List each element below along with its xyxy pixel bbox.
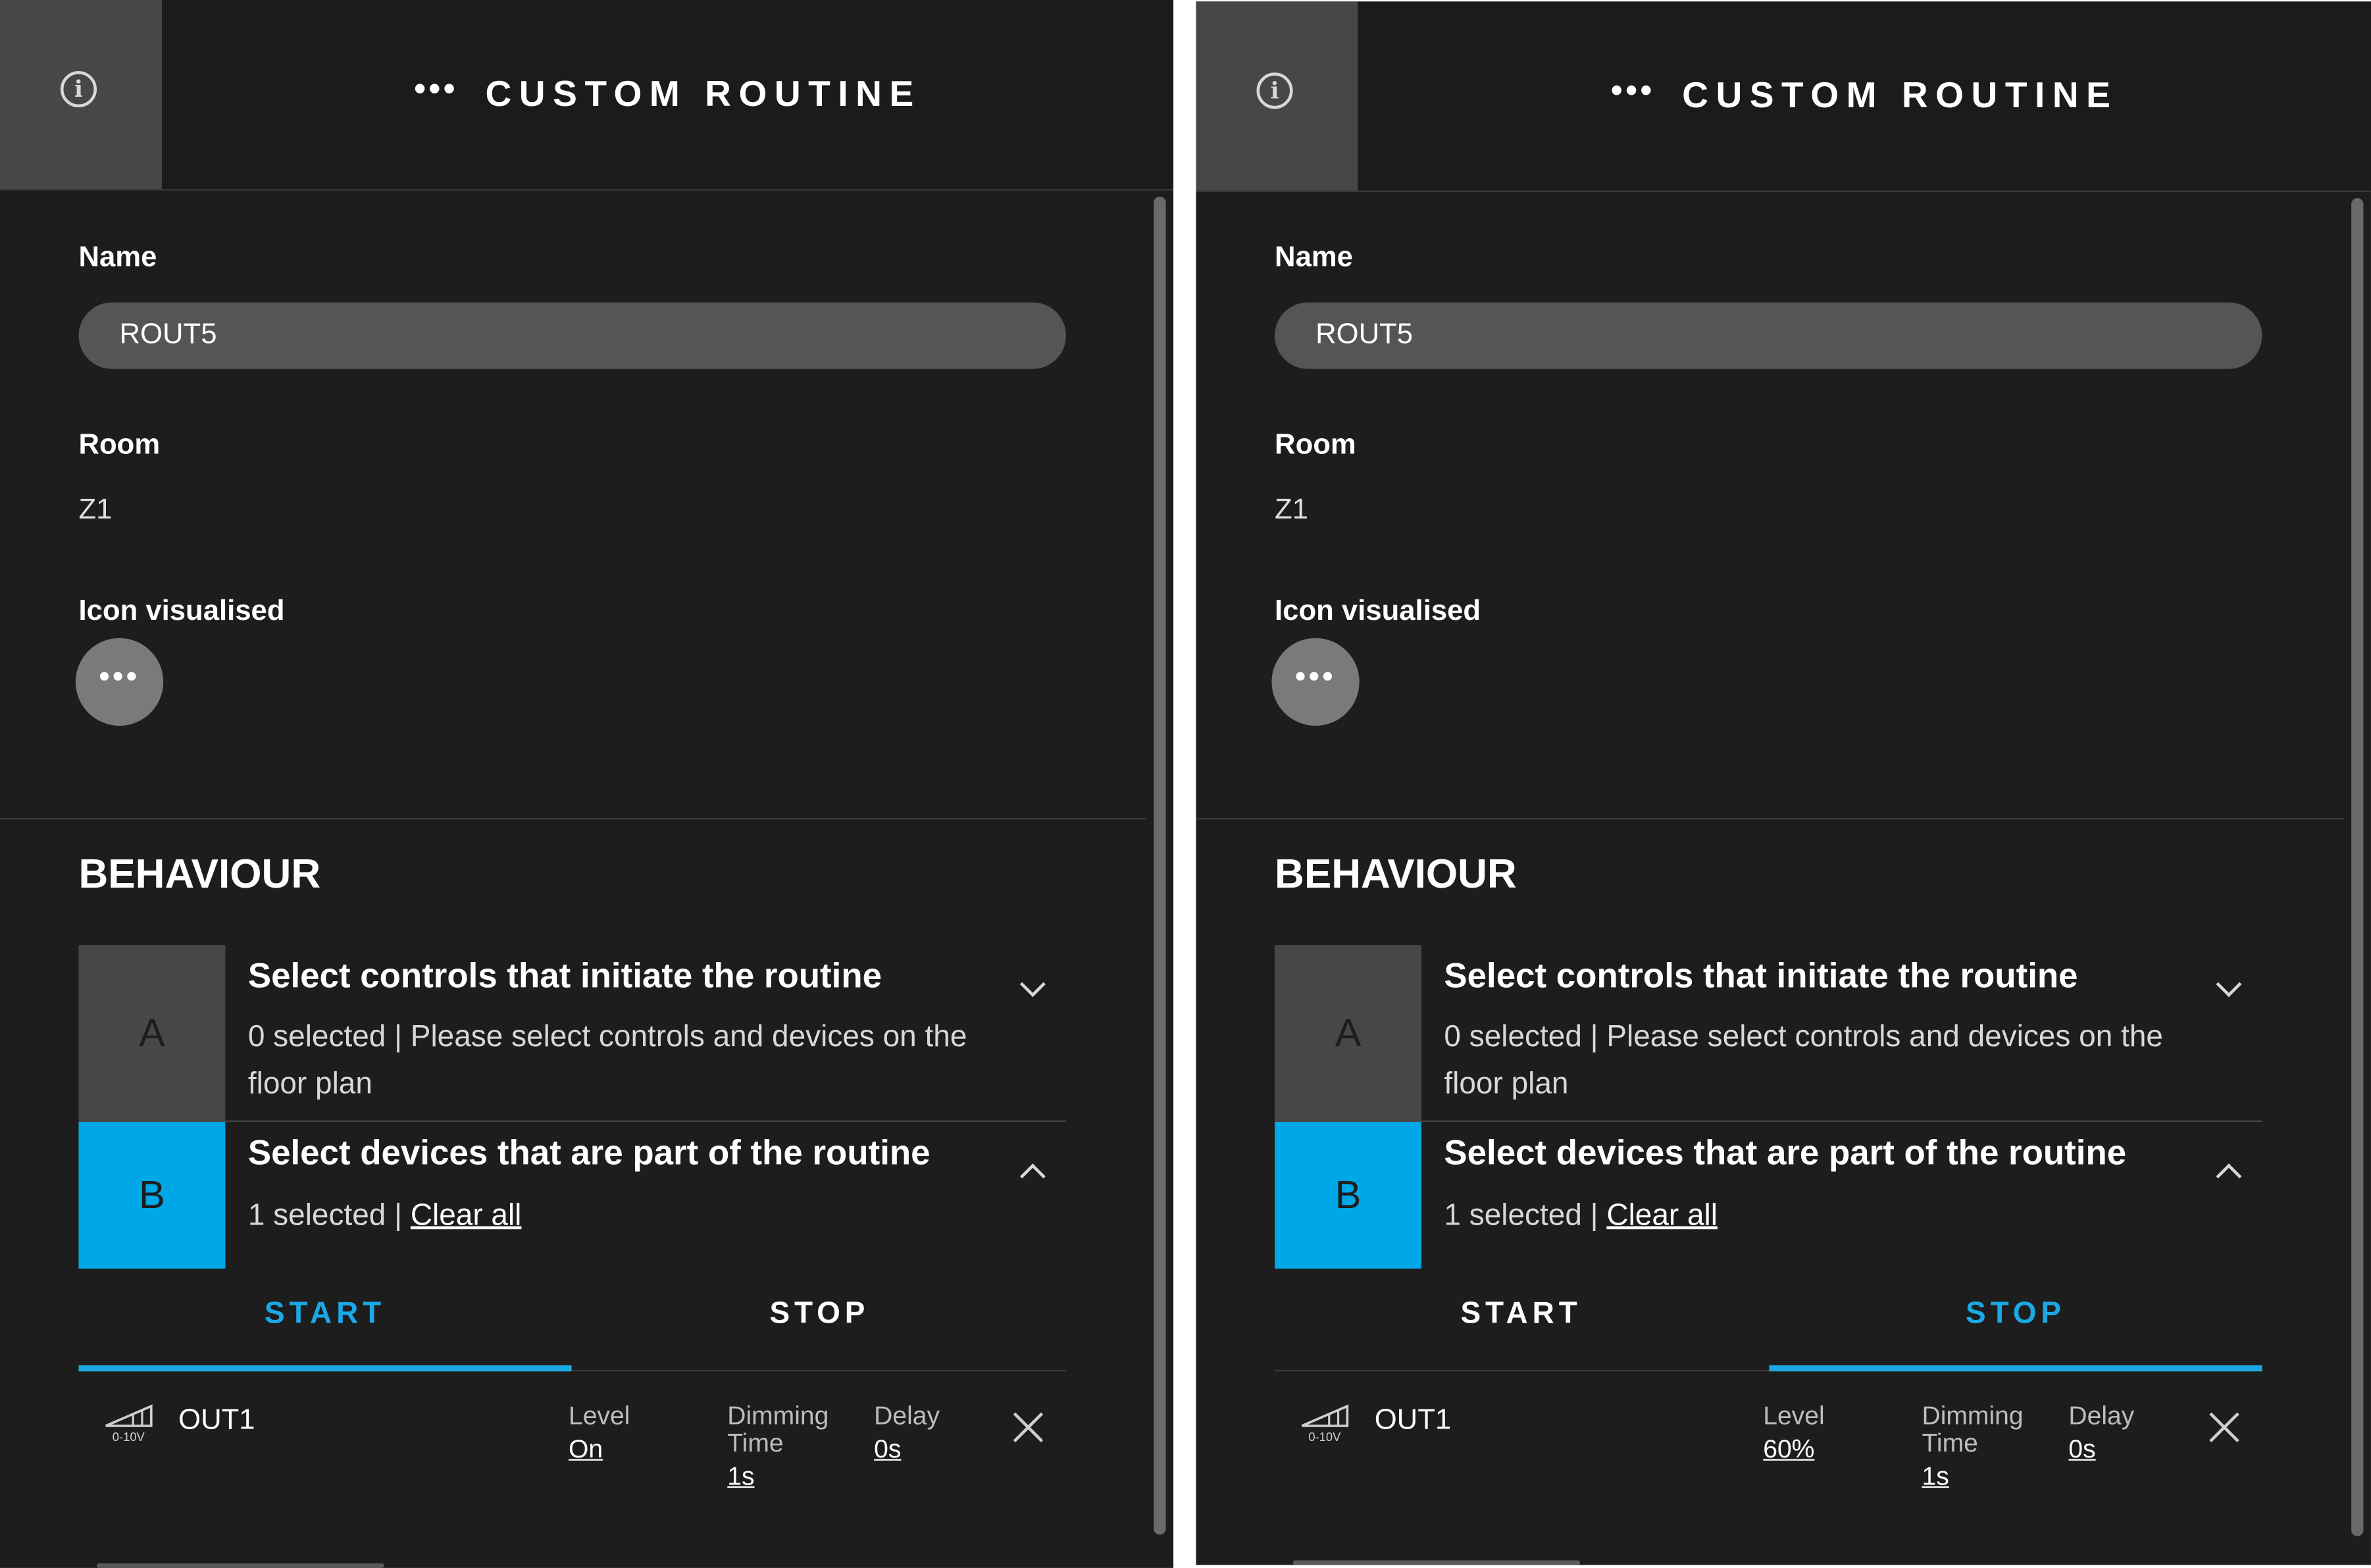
step-b-subtitle: 1 selected | Clear all xyxy=(248,1193,974,1240)
device-name: OUT1 xyxy=(178,1404,255,1437)
name-label: Name xyxy=(78,241,157,274)
routine-panel-start: i ••• CUSTOM ROUTINE Name Room Z1 Icon v… xyxy=(0,0,1174,1568)
dimming-time-label: Time xyxy=(727,1429,784,1458)
info-button[interactable]: i xyxy=(1196,1,1358,191)
step-b-selected-count: 1 selected | xyxy=(1444,1199,1607,1232)
start-stop-tabs: START STOP xyxy=(1275,1288,2262,1372)
step-a-title: Select controls that initiate the routin… xyxy=(247,955,882,996)
info-icon: i xyxy=(60,71,97,108)
step-b-badge: B xyxy=(78,1122,226,1269)
step-b-subtitle: 1 selected | Clear all xyxy=(1444,1193,2170,1240)
routine-dots-icon: ••• xyxy=(414,68,459,107)
dimming-value[interactable]: 1s xyxy=(1922,1462,1949,1492)
level-label: Level xyxy=(568,1402,630,1430)
panel-header: i ••• CUSTOM ROUTINE xyxy=(1196,1,2371,192)
room-label: Room xyxy=(1275,429,1356,461)
step-b-selected-count: 1 selected | xyxy=(247,1199,411,1232)
clear-all-link[interactable]: Clear all xyxy=(1606,1199,1718,1232)
routine-icon-picker[interactable]: ••• xyxy=(1271,638,1360,726)
chevron-up-icon[interactable] xyxy=(1019,1163,1046,1190)
behaviour-heading: BEHAVIOUR xyxy=(1275,851,1517,897)
page-title: CUSTOM ROUTINE xyxy=(485,73,921,114)
header-title: ••• CUSTOM ROUTINE xyxy=(1358,1,2371,190)
icon-visualised-label: Icon visualised xyxy=(78,595,285,628)
step-a-badge: A xyxy=(78,945,226,1123)
step-a-title: Select controls that initiate the routin… xyxy=(1444,955,2078,996)
step-a-subtitle: 0 selected | Please select controls and … xyxy=(1444,1021,2163,1101)
step-a-controls[interactable]: A Select controls that initiate the rout… xyxy=(1275,945,2262,1123)
panel-header: i ••• CUSTOM ROUTINE xyxy=(0,0,1174,191)
device-row: 0-10V OUT1 Level On Dimming Time 1s Dela… xyxy=(78,1391,1065,1512)
device-icon-label: 0-10V xyxy=(113,1430,145,1442)
level-value[interactable]: On xyxy=(569,1435,603,1465)
routine-panel-stop: i ••• CUSTOM ROUTINE Name Room Z1 Icon v… xyxy=(1196,1,2371,1565)
clear-all-link[interactable]: Clear all xyxy=(411,1199,522,1232)
step-a-subtitle: 0 selected | Please select controls and … xyxy=(247,1021,967,1101)
behaviour-heading: BEHAVIOUR xyxy=(78,851,321,897)
dimming-time-label: Time xyxy=(1922,1429,1978,1458)
tab-start[interactable]: START xyxy=(78,1288,572,1372)
scroll-indicator xyxy=(1292,1560,1581,1565)
room-value: Z1 xyxy=(78,494,113,526)
icon-visualised-label: Icon visualised xyxy=(1275,595,1481,628)
remove-device-close-icon[interactable] xyxy=(1011,1411,1045,1444)
delay-label: Delay xyxy=(2068,1402,2135,1430)
step-b-devices[interactable]: B Select devices that are part of the ro… xyxy=(1275,1122,2262,1269)
remove-device-close-icon[interactable] xyxy=(2208,1411,2241,1444)
name-input[interactable] xyxy=(78,302,1066,369)
screenshot-root: i ••• CUSTOM ROUTINE Name Room Z1 Icon v… xyxy=(0,0,2371,1568)
section-divider xyxy=(0,818,1146,820)
name-label: Name xyxy=(1275,241,1353,274)
scroll-indicator xyxy=(97,1563,384,1568)
section-divider xyxy=(1196,818,2344,820)
chevron-up-icon[interactable] xyxy=(2216,1163,2242,1190)
level-label: Level xyxy=(1763,1402,1825,1430)
delay-label: Delay xyxy=(874,1402,940,1430)
tab-stop[interactable]: STOP xyxy=(573,1288,1066,1370)
header-title: ••• CUSTOM ROUTINE xyxy=(162,0,1173,189)
delay-value[interactable]: 0s xyxy=(874,1435,901,1465)
chevron-down-icon[interactable] xyxy=(2216,971,2242,998)
chevron-down-icon[interactable] xyxy=(1019,971,1046,998)
level-value[interactable]: 60% xyxy=(1763,1435,1814,1465)
step-a-badge: A xyxy=(1275,945,1421,1123)
step-b-title: Select devices that are part of the rout… xyxy=(247,1132,931,1172)
0-10v-dimmer-icon: 0-10V xyxy=(105,1404,153,1442)
page-title: CUSTOM ROUTINE xyxy=(1682,74,2118,116)
routine-dots-icon: ••• xyxy=(1610,70,1655,109)
step-a-controls[interactable]: A Select controls that initiate the rout… xyxy=(78,945,1066,1123)
delay-value[interactable]: 0s xyxy=(2068,1435,2095,1465)
routine-icon-picker[interactable]: ••• xyxy=(75,638,164,726)
room-label: Room xyxy=(78,429,161,461)
device-icon-label: 0-10V xyxy=(1308,1430,1341,1442)
tab-stop[interactable]: STOP xyxy=(1769,1288,2262,1372)
name-input[interactable] xyxy=(1275,302,2262,369)
step-b-badge: B xyxy=(1275,1122,1421,1269)
dimming-label: Dimming xyxy=(727,1402,829,1430)
tab-start[interactable]: START xyxy=(1275,1288,1768,1370)
scrollbar[interactable] xyxy=(2351,198,2364,1536)
start-stop-tabs: START STOP xyxy=(78,1288,1066,1372)
room-value: Z1 xyxy=(1275,494,1309,526)
device-row: 0-10V OUT1 Level 60% Dimming Time 1s Del… xyxy=(1275,1391,2262,1512)
dimming-value[interactable]: 1s xyxy=(727,1462,754,1492)
info-icon: i xyxy=(1256,72,1293,109)
info-button[interactable]: i xyxy=(0,0,162,190)
step-b-title: Select devices that are part of the rout… xyxy=(1444,1132,2127,1172)
0-10v-dimmer-icon: 0-10V xyxy=(1301,1404,1349,1442)
dimming-label: Dimming xyxy=(1922,1402,2024,1430)
step-b-devices[interactable]: B Select devices that are part of the ro… xyxy=(78,1122,1065,1269)
device-name: OUT1 xyxy=(1374,1404,1452,1437)
scrollbar[interactable] xyxy=(1154,196,1166,1535)
